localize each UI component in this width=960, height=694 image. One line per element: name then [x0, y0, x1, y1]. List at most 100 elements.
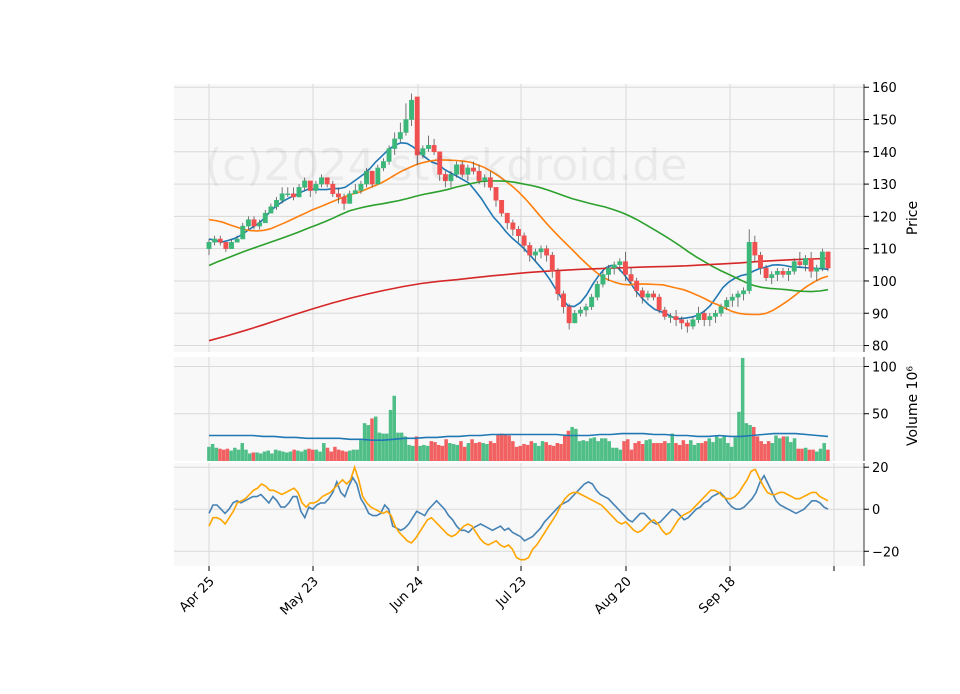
volume-bar [296, 450, 300, 461]
volume-bar [351, 449, 356, 461]
volume-bar [777, 438, 782, 461]
volume-bar [214, 447, 219, 461]
volume-bar [785, 436, 789, 461]
volume-bar [689, 440, 693, 461]
candle-body [352, 190, 358, 195]
volume-bar [611, 447, 615, 461]
volume-bar [533, 443, 537, 461]
volume-bar [503, 434, 508, 461]
volume-bar [766, 441, 771, 461]
volume-bar [507, 435, 511, 461]
volume-bar [518, 445, 523, 461]
volume-bar [714, 436, 719, 461]
candle-body [409, 99, 415, 120]
volume-bar [692, 444, 697, 461]
candle-body [566, 306, 572, 324]
candle-body [324, 177, 330, 185]
candle-body [667, 316, 673, 318]
volume-bar [255, 452, 259, 461]
candle-body [341, 196, 347, 204]
volume-bar [251, 452, 256, 461]
volume-bar [792, 438, 797, 461]
volume-bar [392, 395, 396, 461]
candle-body [392, 138, 398, 149]
candle-body [268, 206, 274, 214]
candle-body [555, 271, 561, 295]
volume-bar [740, 357, 745, 461]
candle-body [307, 180, 313, 191]
volume-bar [333, 446, 337, 461]
candle-body [262, 212, 268, 224]
candle-body [791, 261, 797, 272]
candle-body [516, 229, 521, 237]
volume-bar [700, 443, 704, 461]
volume-bar [648, 439, 652, 461]
price-axis-label: Price [905, 201, 921, 235]
candle-body [606, 267, 611, 275]
volume-bar [577, 441, 582, 461]
volume-bar [789, 442, 793, 461]
volume-bar [718, 438, 723, 461]
price-panel-ytick-label: 90 [872, 307, 889, 322]
volume-bar [399, 432, 404, 461]
volume-bar [655, 443, 660, 461]
volume-bar [355, 449, 359, 461]
candle-body [369, 170, 375, 185]
volume-bar [229, 450, 233, 461]
candle-body [561, 293, 566, 308]
volume-bar [492, 443, 497, 461]
volume-bar [726, 443, 730, 461]
volume-bar [303, 449, 308, 461]
volume-bar [625, 439, 630, 461]
volume-bar [244, 449, 248, 461]
volume-bar [396, 432, 400, 461]
volume-bar [570, 426, 574, 461]
candle-body [335, 193, 341, 198]
candle-body [386, 148, 392, 162]
price-panel-ytick-label: 160 [872, 81, 897, 96]
candle-body [302, 180, 308, 188]
volume-bar [614, 447, 619, 461]
volume-bar [466, 443, 471, 461]
volume-bar [362, 423, 367, 461]
volume-bar [544, 442, 548, 461]
candle-body [296, 187, 302, 198]
candle-body [319, 177, 324, 185]
volume-bar [207, 446, 211, 461]
candle-body [347, 193, 353, 204]
candle-body [420, 148, 426, 156]
volume-bar [236, 449, 241, 461]
volume-bar [537, 445, 541, 461]
volume-bar [281, 451, 285, 461]
volume-bar [488, 441, 493, 461]
candle-body [212, 238, 218, 243]
volume-bar [803, 447, 808, 461]
volume-bar [385, 433, 389, 461]
volume-bar [422, 444, 426, 461]
volume-bar [481, 443, 485, 461]
x-tick-label: Sep 18 [696, 574, 739, 617]
x-tick-label: Apr 25 [177, 574, 218, 615]
candle-body [510, 222, 516, 230]
volume-bar [774, 435, 778, 461]
candle-body [673, 316, 679, 320]
candle-body [808, 258, 814, 272]
volume-bar [588, 438, 593, 461]
volume-bar [240, 443, 245, 461]
candle-body [465, 167, 471, 175]
volume-bar [744, 423, 749, 461]
volume-bar [436, 444, 441, 461]
volume-bar [340, 450, 345, 461]
candle-body [217, 238, 223, 243]
volume-bar [496, 434, 500, 461]
volume-bar [674, 443, 678, 461]
candle-body [589, 296, 595, 308]
volume-bar [411, 445, 415, 461]
volume-bar [262, 451, 267, 461]
candle-body [504, 212, 510, 224]
volume-bar [815, 451, 819, 461]
volume-bar [403, 436, 408, 461]
candle-body [330, 183, 336, 195]
candle-body [752, 241, 758, 256]
candle-body [819, 251, 825, 269]
